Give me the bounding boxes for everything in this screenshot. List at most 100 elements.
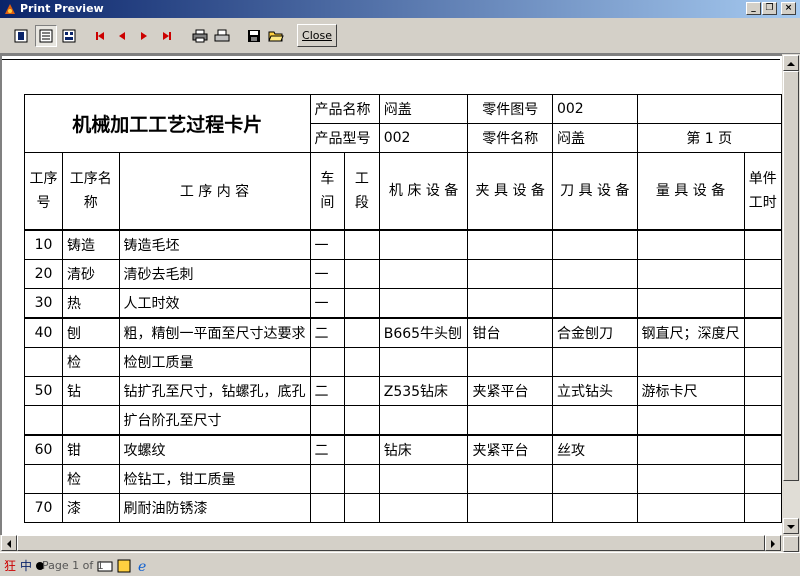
first-page-icon — [96, 32, 104, 40]
row-content: 检刨工质量 — [118, 347, 311, 377]
row-workshop: 一 — [309, 229, 346, 260]
row-step-name: 铸造 — [62, 229, 120, 260]
table-row: 扩台阶孔至尺寸 — [24, 405, 782, 436]
row-step-no: 70 — [24, 493, 63, 523]
row-content: 粗，精刨一平面至尺寸达要求 — [118, 317, 311, 348]
full-page-button[interactable] — [58, 25, 80, 47]
row-content: 刷耐油防锈漆 — [118, 493, 311, 523]
open-button[interactable] — [265, 25, 287, 47]
row-section — [344, 317, 380, 348]
row-workshop: 二 — [309, 317, 346, 348]
minimize-button[interactable]: _ — [746, 2, 761, 15]
row-step-name — [62, 405, 120, 436]
row-workshop — [309, 347, 346, 377]
row-workshop — [309, 493, 346, 523]
scroll-left-button[interactable] — [1, 535, 17, 551]
row-machine — [378, 288, 469, 319]
vertical-scroll-thumb[interactable] — [783, 71, 799, 481]
table-row: 30 热 人工时效 一 — [24, 288, 782, 319]
row-step-no: 30 — [24, 288, 63, 319]
vertical-scrollbar[interactable] — [782, 54, 800, 535]
prev-page-button[interactable] — [111, 25, 133, 47]
status-bar: 狂 中 e Page 1 of 1 — [0, 552, 800, 576]
row-unit-time — [743, 493, 782, 523]
col-step-no: 工序号 — [24, 152, 63, 231]
row-section — [344, 493, 380, 523]
close-button[interactable]: Close — [297, 24, 337, 47]
row-unit-time — [743, 405, 782, 436]
size-grip — [783, 536, 799, 552]
close-window-button[interactable]: × — [781, 2, 796, 15]
col-tool: 刀 具 设 备 — [551, 152, 638, 231]
save-button[interactable] — [243, 25, 265, 47]
app-icon — [5, 4, 15, 14]
row-gauge — [636, 259, 745, 289]
row-fixture: 夹紧平台 — [467, 376, 553, 406]
next-page-button[interactable] — [133, 25, 155, 47]
one-page-icon — [14, 29, 28, 43]
product-model-value: 002 — [378, 123, 469, 153]
table-row: 10 铸造 铸造毛坯 一 — [24, 229, 782, 260]
part-drawing-label: 零件图号 — [467, 94, 553, 124]
window-title: Print Preview — [20, 2, 104, 15]
row-tool — [551, 229, 638, 260]
printer-setup-icon — [192, 29, 208, 43]
page-width-button[interactable] — [35, 25, 57, 47]
row-tool — [551, 464, 638, 494]
row-step-no: 50 — [24, 376, 63, 406]
row-unit-time — [743, 259, 782, 289]
table-row: 检 检钻工，钳工质量 — [24, 464, 782, 494]
row-step-no: 10 — [24, 229, 63, 260]
table-row: 20 清砂 清砂去毛刺 一 — [24, 259, 782, 289]
row-content: 扩台阶孔至尺寸 — [118, 405, 311, 436]
scroll-down-button[interactable] — [783, 518, 799, 534]
row-fixture: 夹紧平台 — [467, 434, 553, 465]
row-unit-time — [743, 347, 782, 377]
row-section — [344, 376, 380, 406]
preview-area: 机械加工工艺过程卡片 产品名称 闷盖 零件图号 002 产品型号 002 零件名… — [0, 54, 782, 535]
next-page-icon — [141, 32, 147, 40]
row-machine — [378, 405, 469, 436]
svg-text:e: e — [138, 559, 146, 573]
header-blank-cell — [636, 94, 782, 124]
row-workshop — [309, 405, 346, 436]
scroll-right-button[interactable] — [765, 535, 781, 551]
row-gauge — [636, 229, 745, 260]
horizontal-scroll-thumb[interactable] — [17, 535, 765, 551]
row-workshop: 二 — [309, 434, 346, 465]
one-page-button[interactable] — [10, 25, 32, 47]
print-button[interactable] — [211, 25, 233, 47]
first-page-button[interactable] — [89, 25, 111, 47]
row-machine: Z535钻床 — [378, 376, 469, 406]
row-tool: 丝攻 — [551, 434, 638, 465]
row-gauge — [636, 347, 745, 377]
table-row: 70 漆 刷耐油防锈漆 — [24, 493, 782, 523]
floppy-icon — [248, 30, 260, 42]
restore-button[interactable]: ❐ — [762, 2, 777, 15]
page-edge — [2, 59, 780, 60]
row-unit-time — [743, 229, 782, 260]
row-content: 检钻工，钳工质量 — [118, 464, 311, 494]
row-content: 铸造毛坯 — [118, 229, 311, 260]
svg-text:狂: 狂 — [4, 559, 16, 573]
print-setup-button[interactable] — [189, 25, 211, 47]
scroll-up-button[interactable] — [783, 55, 799, 71]
col-machine: 机 床 设 备 — [378, 152, 469, 231]
row-gauge: 钢直尺；深度尺 — [636, 317, 745, 348]
row-machine — [378, 493, 469, 523]
arrow-left-icon — [7, 540, 11, 548]
row-unit-time — [743, 434, 782, 465]
row-step-name: 钳 — [62, 434, 120, 465]
row-machine — [378, 464, 469, 494]
col-content: 工 序 内 容 — [118, 152, 311, 231]
prev-page-icon — [119, 32, 125, 40]
col-step-name: 工序名称 — [62, 152, 120, 231]
part-name-value: 闷盖 — [551, 123, 638, 153]
horizontal-scrollbar[interactable] — [0, 535, 782, 552]
row-gauge: 游标卡尺 — [636, 376, 745, 406]
row-step-no: 40 — [24, 317, 63, 348]
row-fixture — [467, 347, 553, 377]
page-number: 第 1 页 — [636, 123, 782, 153]
last-page-button[interactable] — [156, 25, 178, 47]
row-unit-time — [743, 288, 782, 319]
